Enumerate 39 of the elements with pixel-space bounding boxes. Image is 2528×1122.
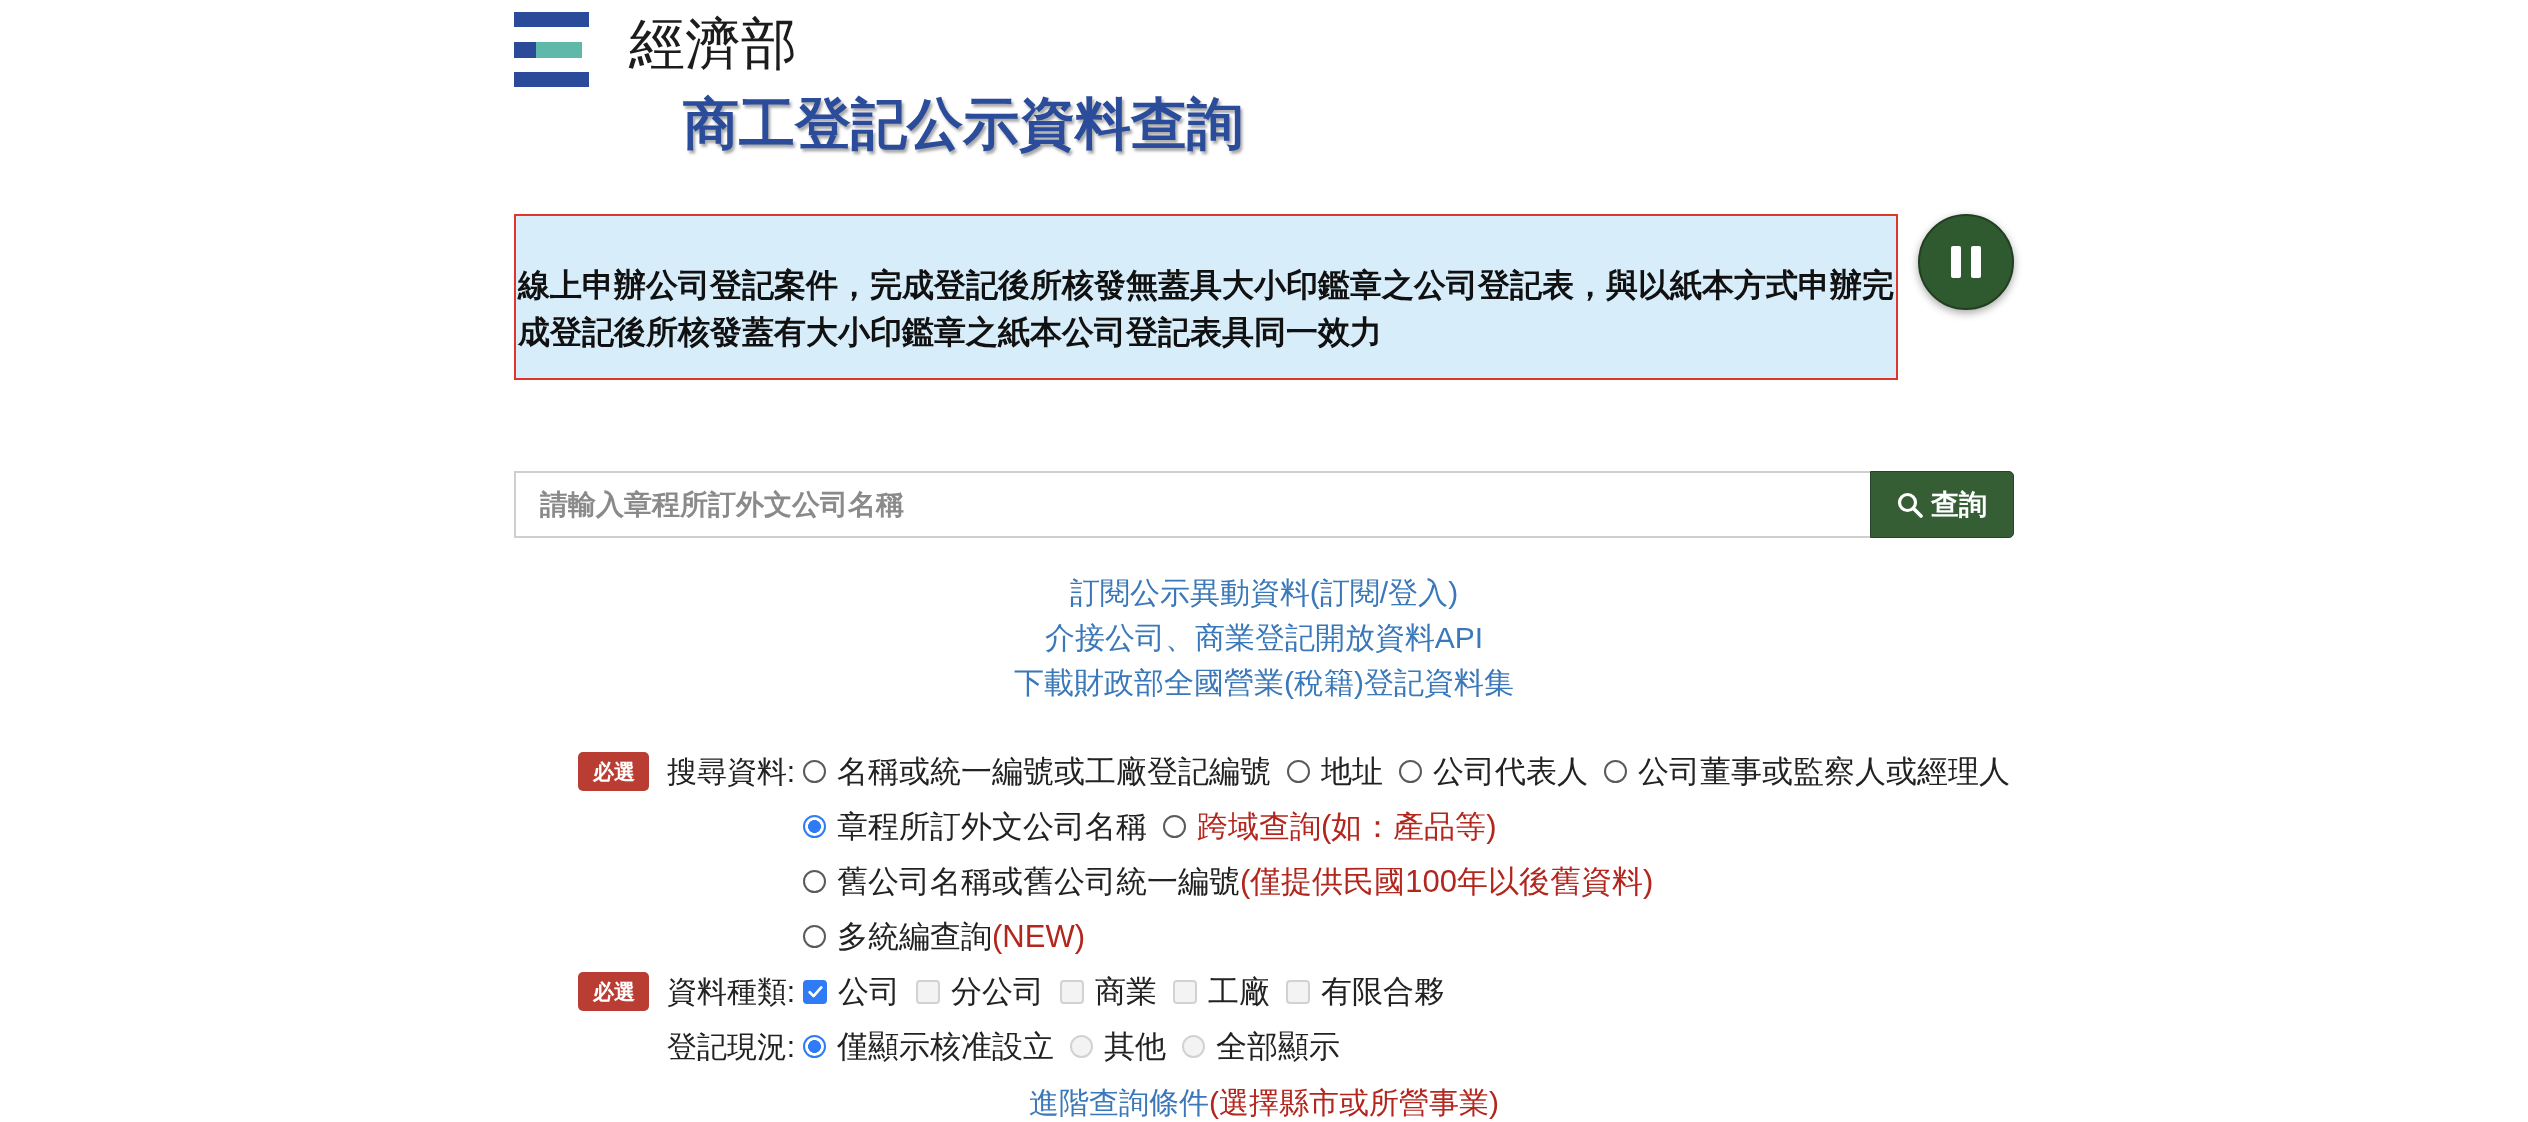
check-icon [807,985,823,998]
radio-button[interactable] [803,1035,826,1058]
option-label[interactable]: 僅顯示核准設立 [837,1019,1054,1074]
option-label[interactable]: 多統編查詢(NEW) [837,909,1085,964]
pause-button[interactable] [1918,214,2014,310]
notice-banner: 線上申辦公司登記案件，完成登記後所核發無蓋具大小印鑑章之公司登記表，與以紙本方式申辦完成登記後所核發蓋有大小印鑑章之紙本公司登記表具同一效力 [514,214,1898,380]
radio-button[interactable] [1399,760,1422,783]
search-field[interactable]: 請輸入章程所訂外文公司名稱 [514,471,1870,538]
required-badge: 必選 [578,752,649,791]
option-label[interactable]: 公司 [838,964,900,1019]
advanced-search-link[interactable]: 進階查詢條件(選擇縣市或所營事業) [1029,1085,1499,1121]
field-label: 搜尋資料: [666,754,795,790]
search-icon [1897,491,1923,518]
option-label[interactable]: 地址 [1321,744,1383,799]
text-link[interactable]: 訂閱公示異動資料(訂閱/登入) [1069,570,1459,615]
pause-icon [1951,246,1981,278]
checkbox[interactable] [803,979,827,1004]
search-button[interactable]: 查詢 [1870,471,2014,538]
radio-button[interactable] [1287,760,1310,783]
radio-button[interactable] [803,870,826,893]
field-label: 登記現況: [666,1029,795,1065]
option-label[interactable]: 舊公司名稱或舊公司統一編號(僅提供民國100年以後舊資料) [837,854,1654,909]
text-link[interactable]: 下載財政部全國營業(稅籍)登記資料集 [1014,660,1514,705]
radio-button[interactable] [803,815,826,838]
required-badge: 必選 [578,972,649,1011]
option-label[interactable]: 公司代表人 [1433,744,1588,799]
radio-button[interactable] [1163,815,1186,838]
ministry-name: 經濟部 [629,12,797,76]
option-label[interactable]: 章程所訂外文公司名稱 [837,799,1147,854]
page-title: 商工登記公示資料查詢 [683,94,1243,154]
radio-button[interactable] [803,760,826,783]
option-label[interactable]: 名稱或統一編號或工廠登記編號 [837,744,1271,799]
text-link[interactable]: 介接公司、商業登記開放資料API [1044,615,1484,660]
radio-button[interactable] [1604,760,1627,783]
option-label[interactable]: 跨域查詢(如：產品等) [1197,799,1497,854]
logo-icon [514,12,589,87]
field-label: 資料種類: [666,974,795,1010]
option-label[interactable]: 公司董事或監察人或經理人 [1638,744,2010,799]
radio-button[interactable] [803,925,826,948]
